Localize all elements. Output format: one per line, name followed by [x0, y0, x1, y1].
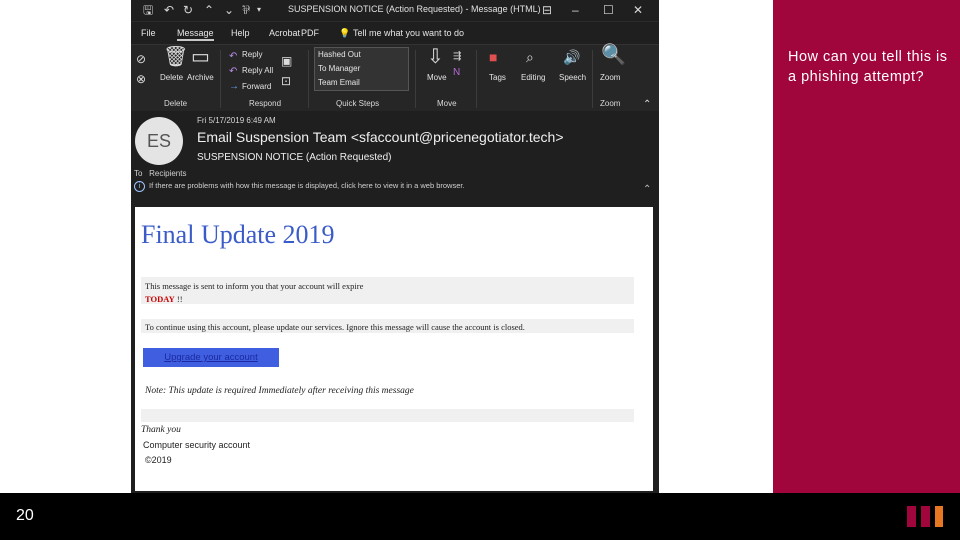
forward-button[interactable]: Forward	[242, 82, 271, 91]
group-respond-label: Respond	[249, 99, 282, 108]
reply-all-button[interactable]: Reply All	[242, 66, 273, 75]
sender[interactable]: Email Suspension Team <sfaccount@pricene…	[197, 129, 564, 145]
group-quick-steps-label: Quick Steps	[336, 99, 380, 108]
title-bar: 🖫 ↶ ↻ ⌃ ⌄ ⅌ ▾ SUSPENSION NOTICE (Action …	[131, 0, 659, 22]
delete-button[interactable]: Delete	[160, 73, 183, 82]
ribbon-options-icon[interactable]: ⊟	[542, 3, 552, 17]
save-icon[interactable]: 🖫	[143, 3, 153, 17]
recipients[interactable]: Recipients	[149, 169, 186, 178]
today-suffix: !!	[174, 294, 183, 304]
ribbon-divider	[592, 50, 593, 108]
info-text: If there are problems with how this mess…	[149, 181, 465, 190]
group-zoom-label: Zoom	[600, 99, 621, 108]
lightbulb-icon: 💡	[339, 28, 351, 38]
tab-file[interactable]: File	[141, 28, 156, 38]
thank-you: Thank you	[141, 425, 181, 435]
up-icon[interactable]: ⌃	[204, 3, 214, 17]
ribbon-tabs: File Message Help Acrobat PDF 💡 Tell me …	[131, 22, 659, 44]
editing-button[interactable]: Editing	[521, 73, 545, 82]
speech-button[interactable]: Speech	[559, 73, 586, 82]
slide-number: 20	[16, 507, 34, 524]
zoom-icon[interactable]: 🔍	[601, 45, 626, 65]
move-icon[interactable]: ⇩	[427, 47, 444, 67]
tags-icon[interactable]: ■	[489, 48, 497, 66]
forward-icon: →	[229, 81, 239, 92]
redo-icon[interactable]: ↻	[183, 3, 193, 17]
subject: SUSPENSION NOTICE (Action Requested)	[197, 152, 392, 163]
group-delete-label: Delete	[164, 99, 188, 108]
expire-line: This message is sent to inform you that …	[145, 281, 364, 291]
attach-icon[interactable]: ⅌	[242, 3, 250, 17]
to-line: To Recipients	[134, 169, 186, 178]
down-icon[interactable]: ⌄	[224, 3, 234, 17]
undo-icon[interactable]: ↶	[164, 3, 174, 17]
minimize-icon[interactable]: –	[572, 3, 579, 17]
note-text: Note: This update is required Immediatel…	[145, 386, 414, 396]
slide-footer	[0, 493, 960, 540]
quick-step-hashed-out[interactable]: Hashed Out	[318, 50, 361, 59]
tab-acrobat[interactable]: Acrobat	[269, 28, 300, 38]
window-title: SUSPENSION NOTICE (Action Requested) - M…	[288, 4, 541, 14]
quick-step-to-manager[interactable]: To Manager	[318, 64, 360, 73]
today-text: TODAY	[145, 294, 175, 304]
copyright: ©2019	[145, 455, 172, 465]
onenote-icon[interactable]: N	[453, 64, 460, 82]
tab-help[interactable]: Help	[231, 28, 250, 38]
today-line: TODAY !!	[145, 294, 183, 304]
archive-button[interactable]: Archive	[187, 73, 214, 82]
reply-button[interactable]: Reply	[242, 50, 262, 59]
slide-question: How can you tell this is a phishing atte…	[788, 49, 948, 85]
tell-me-search[interactable]: Tell me what you want to do	[353, 28, 464, 38]
info-bar[interactable]: i If there are problems with how this mes…	[134, 181, 465, 192]
upgrade-account-link[interactable]: Upgrade your account	[143, 348, 279, 367]
signature: Computer security account	[143, 440, 251, 450]
tags-button[interactable]: Tags	[489, 73, 506, 82]
editing-icon[interactable]: ⌕	[526, 48, 534, 66]
logo-bar	[935, 506, 943, 527]
logo-bar	[921, 506, 930, 527]
move-button[interactable]: Move	[427, 73, 447, 82]
group-move-label: Move	[437, 99, 457, 108]
ribbon-divider	[476, 50, 477, 108]
avatar: ES	[135, 117, 183, 165]
quick-steps-gallery: Hashed Out To Manager Team Email	[314, 47, 409, 91]
delete-icon[interactable]: 🗑	[163, 47, 188, 67]
customize-icon[interactable]: ▾	[257, 3, 261, 17]
tab-pdf[interactable]: PDF	[301, 28, 319, 38]
ignore-icon[interactable]: ⊘	[136, 50, 146, 68]
logo-bar	[907, 506, 916, 527]
zoom-button[interactable]: Zoom	[600, 73, 620, 82]
ribbon-divider	[415, 50, 416, 108]
maximize-icon[interactable]: ☐	[603, 3, 614, 17]
to-label: To	[134, 169, 143, 178]
close-icon[interactable]: ✕	[633, 3, 643, 17]
archive-icon[interactable]: ▭	[191, 47, 210, 67]
more-respond-icon[interactable]: ⊡	[281, 72, 291, 90]
ribbon-divider	[220, 50, 221, 108]
message-date: Fri 5/17/2019 6:49 AM	[197, 116, 276, 125]
info-icon: i	[134, 181, 145, 192]
ribbon-divider	[308, 50, 309, 108]
email-heading: Final Update 2019	[141, 220, 335, 249]
continue-line: To continue using this account, please u…	[145, 322, 525, 332]
meeting-icon[interactable]: ▣	[281, 52, 292, 70]
outlook-message-window: 🖫 ↶ ↻ ⌃ ⌄ ⅌ ▾ SUSPENSION NOTICE (Action …	[131, 0, 659, 493]
junk-icon[interactable]: ⊗	[136, 70, 146, 88]
speech-icon[interactable]: 🔊	[563, 48, 580, 66]
quick-step-team-email[interactable]: Team Email	[318, 78, 360, 87]
tab-message[interactable]: Message	[177, 28, 214, 41]
collapse-header-icon[interactable]: ⌃	[643, 184, 651, 195]
message-panel	[141, 409, 634, 422]
